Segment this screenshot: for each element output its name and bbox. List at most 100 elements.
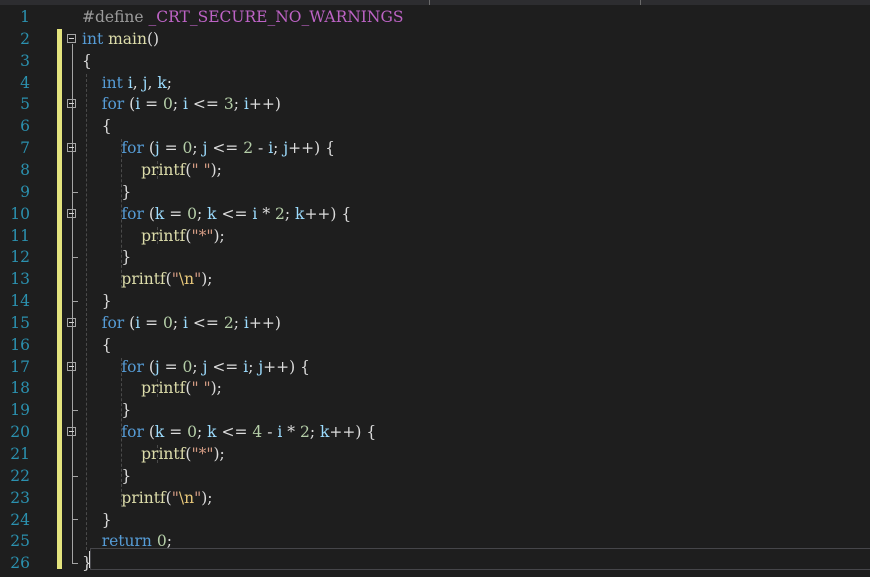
code-token: <= <box>216 204 253 223</box>
code-token: ; <box>166 532 172 551</box>
code-token: 0 <box>187 423 198 442</box>
code-line[interactable]: } <box>82 552 92 574</box>
code-token: 0 <box>182 357 193 376</box>
code-line[interactable]: } <box>82 181 131 203</box>
code-line[interactable]: { <box>82 50 92 72</box>
code-line[interactable]: printf("\n"); <box>82 487 213 509</box>
code-line[interactable]: printf("\n"); <box>82 268 213 290</box>
code-token: ++) <box>248 313 281 332</box>
code-line[interactable]: #define _CRT_SECURE_NO_WARNINGS <box>82 6 404 28</box>
code-token: k <box>157 73 167 92</box>
collapse-toggle-icon[interactable] <box>67 361 76 371</box>
code-line[interactable]: for (i = 0; i <= 2; i++) <box>82 312 281 334</box>
fold-range-end <box>72 475 78 477</box>
code-line[interactable]: } <box>82 399 131 421</box>
code-token: ( <box>143 357 155 376</box>
code-token: return <box>101 532 152 551</box>
code-token: { <box>82 335 112 354</box>
line-number: 26 <box>10 554 30 573</box>
code-line[interactable]: printf(" "); <box>82 377 222 399</box>
collapse-toggle-icon[interactable] <box>67 317 76 327</box>
code-token: \n <box>178 270 195 289</box>
fold-range-line <box>72 109 73 301</box>
code-line[interactable]: for (j = 0; j <= 2 - i; j++) { <box>82 137 335 159</box>
code-token: * <box>257 204 275 223</box>
code-token: } <box>82 401 132 420</box>
collapse-toggle-icon[interactable] <box>67 99 76 109</box>
line-number: 8 <box>20 160 30 179</box>
code-token: ; <box>309 423 320 442</box>
code-token: - <box>253 139 269 158</box>
code-token: ++) { <box>263 357 310 376</box>
code-token: , <box>147 73 158 92</box>
code-token: #define <box>82 8 149 26</box>
code-line[interactable]: for (j = 0; j <= i; j++) { <box>82 356 310 378</box>
code-token: = <box>140 95 163 114</box>
collapse-toggle-icon[interactable] <box>67 208 76 218</box>
fold-range-line <box>72 153 73 192</box>
code-token: k <box>207 204 217 223</box>
code-line[interactable]: int main() <box>82 28 159 50</box>
fold-range-end <box>72 410 78 412</box>
code-token: ); <box>201 270 213 289</box>
code-line[interactable]: printf(" "); <box>82 159 222 181</box>
code-token: = <box>140 313 163 332</box>
line-number: 1 <box>20 8 30 26</box>
code-token: for <box>121 423 144 442</box>
code-token: ); <box>213 445 225 463</box>
collapse-toggle-icon[interactable] <box>67 33 76 43</box>
code-token: 3 <box>223 95 234 114</box>
code-token: int <box>82 29 104 48</box>
code-token: ; <box>248 357 259 376</box>
code-token: ; <box>197 423 208 442</box>
code-line[interactable]: return 0; <box>82 530 172 552</box>
code-line[interactable]: for (k = 0; k <= 4 - i * 2; k++) { <box>82 421 376 443</box>
collapse-toggle-icon[interactable] <box>67 143 76 153</box>
code-editor[interactable]: 1 2 3 4 5 6 7 8 9 10 11 12 13 14 15 16 17 18 19 20 21 22 23 24 2… <box>0 5 870 577</box>
code-token: ++) { <box>304 204 352 223</box>
code-line[interactable]: for (i = 0; i <= 3; i++) <box>82 93 281 115</box>
code-line[interactable]: } <box>82 465 131 487</box>
text-caret <box>89 551 90 568</box>
code-token: ); <box>210 160 222 179</box>
line-number: 4 <box>20 73 30 92</box>
code-line[interactable]: } <box>82 509 112 531</box>
code-token: 2 <box>243 139 254 158</box>
code-token: <= <box>188 313 224 332</box>
code-line[interactable]: { <box>82 115 112 137</box>
line-number: 19 <box>10 401 30 420</box>
line-number: 14 <box>10 292 30 311</box>
code-line[interactable]: } <box>82 246 131 268</box>
line-number-gutter: 1 2 3 4 5 6 7 8 9 10 11 12 13 14 15 16 17 18 19 20 21 22 23 24 2… <box>0 5 38 577</box>
line-number: 11 <box>10 226 30 245</box>
code-token: " " <box>191 160 211 179</box>
code-token: { <box>82 51 92 70</box>
code-token: 2 <box>223 313 234 332</box>
code-line[interactable]: { <box>82 334 112 356</box>
line-number: 9 <box>20 182 30 201</box>
collapse-toggle-icon[interactable] <box>67 427 76 437</box>
code-token: 2 <box>299 423 310 442</box>
code-token: ; <box>197 204 208 223</box>
code-line[interactable]: for (k = 0; k <= i * 2; k++) { <box>82 203 351 225</box>
code-token: 4 <box>252 423 263 442</box>
code-token: 0 <box>163 95 173 114</box>
code-token: k <box>320 423 330 442</box>
fold-range-end <box>72 300 78 302</box>
code-line[interactable]: } <box>82 290 112 312</box>
code-token: , <box>132 73 143 92</box>
code-line[interactable]: printf("*"); <box>82 443 225 465</box>
code-line[interactable]: int i, j, k; <box>82 72 172 94</box>
code-line[interactable]: printf("*"); <box>82 225 225 247</box>
code-token: printf <box>121 488 166 507</box>
code-token: ); <box>201 488 213 507</box>
code-token: ++) { <box>329 423 377 442</box>
fold-range-end <box>72 563 78 565</box>
